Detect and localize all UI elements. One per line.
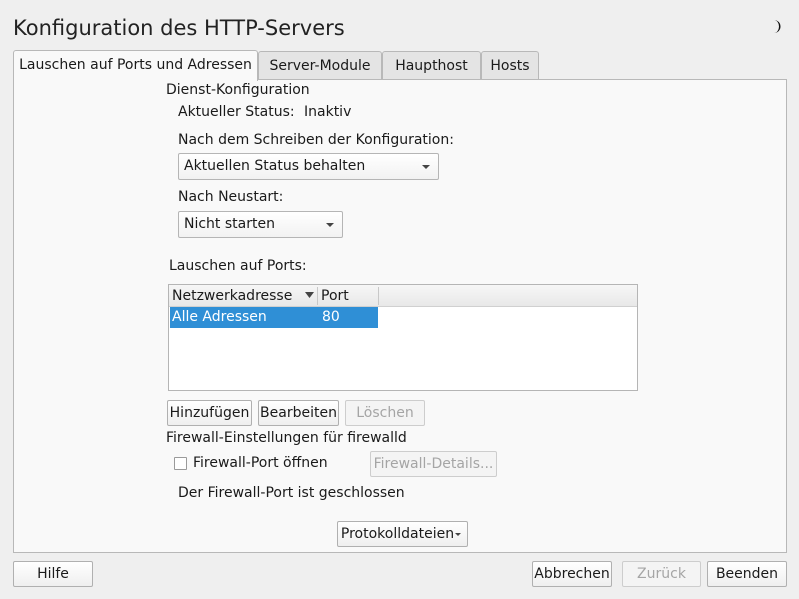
after-write-select[interactable]: Aktuellen Status behalten [178, 153, 439, 180]
tab-label: Haupthost [395, 58, 468, 74]
status-value: Inaktiv [304, 104, 352, 120]
add-button[interactable]: Hinzufügen [167, 400, 252, 426]
after-reboot-value: Nicht starten [184, 216, 275, 232]
window-title: Konfiguration des HTTP-Servers [13, 16, 345, 40]
open-port-label[interactable]: Firewall-Port öffnen [193, 455, 328, 471]
firewall-status-text: Der Firewall-Port ist geschlossen [178, 485, 405, 501]
firewall-details-button[interactable]: Firewall-Details... [370, 451, 497, 477]
column-header-address[interactable]: Netzwerkadresse [169, 285, 317, 307]
finish-button[interactable]: Beenden [707, 561, 787, 587]
table-row[interactable]: Alle Adressen 80 [170, 307, 378, 328]
log-files-button[interactable]: Protokolldateien [337, 521, 468, 547]
column-header-port[interactable]: Port [318, 285, 378, 307]
table-header: Netzwerkadresse Port [169, 285, 637, 307]
column-header-label: Netzwerkadresse [172, 288, 293, 304]
column-header-label: Port [321, 288, 349, 304]
sort-down-icon [305, 292, 314, 298]
cell-port: 80 [322, 309, 340, 325]
chevron-down-icon [326, 223, 334, 227]
tab-label: Hosts [490, 58, 530, 74]
help-button[interactable]: Hilfe [13, 561, 93, 587]
cell-address: Alle Adressen [172, 309, 267, 325]
tab-hosts[interactable]: Hosts [481, 51, 539, 80]
cancel-button[interactable]: Abbrechen [532, 561, 612, 587]
open-port-checkbox[interactable] [174, 457, 187, 470]
column-separator [378, 287, 379, 305]
service-section-label: Dienst-Konfiguration [166, 82, 310, 98]
status-label: Aktueller Status: [178, 104, 295, 120]
tab-label: Lauschen auf Ports und Adressen [19, 57, 252, 73]
log-files-label: Protokolldateien [340, 526, 455, 542]
after-reboot-select[interactable]: Nicht starten [178, 211, 343, 238]
tab-server-modules[interactable]: Server-Module [258, 51, 382, 80]
after-write-label: Nach dem Schreiben der Konfiguration: [178, 132, 454, 148]
moon-icon[interactable] [771, 19, 783, 34]
after-write-value: Aktuellen Status behalten [184, 158, 366, 174]
back-button[interactable]: Zurück [622, 561, 701, 587]
tab-label: Server-Module [269, 58, 371, 74]
tab-listen-ports[interactable]: Lauschen auf Ports und Adressen [13, 50, 258, 81]
ports-table[interactable]: Netzwerkadresse Port Alle Adressen 80 [168, 284, 638, 391]
ports-section-label: Lauschen auf Ports: [169, 258, 307, 274]
chevron-down-icon [422, 165, 430, 169]
after-reboot-label: Nach Neustart: [178, 189, 284, 205]
delete-button[interactable]: Löschen [345, 400, 425, 426]
chevron-down-icon [455, 533, 461, 536]
edit-button[interactable]: Bearbeiten [258, 400, 339, 426]
firewall-section-label: Firewall-Einstellungen für firewalld [166, 430, 407, 446]
tab-main-host[interactable]: Haupthost [382, 51, 481, 80]
